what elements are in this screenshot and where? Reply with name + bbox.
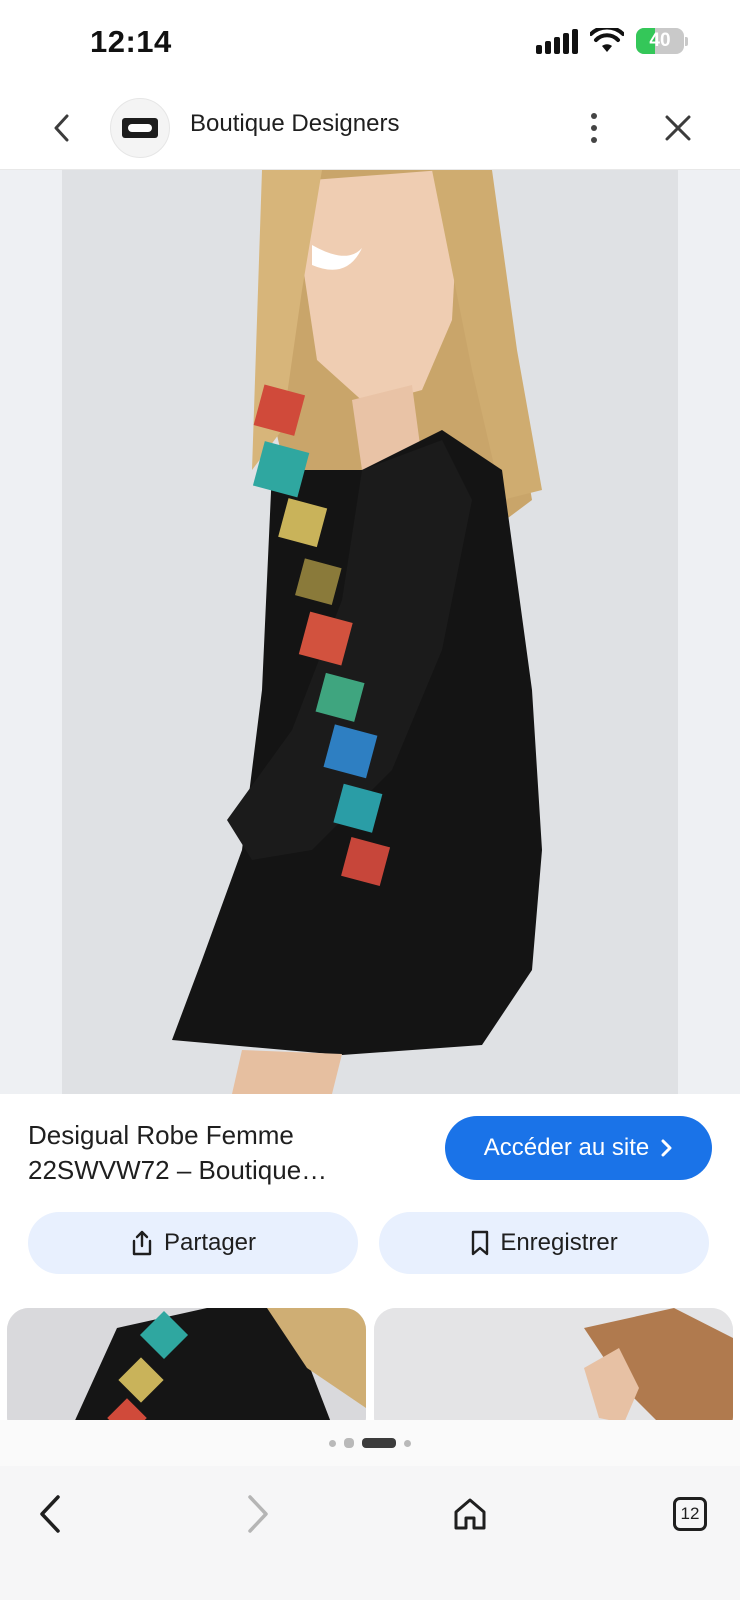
page-dot bbox=[344, 1438, 354, 1448]
more-vert-icon bbox=[591, 113, 597, 119]
back-button[interactable] bbox=[40, 106, 84, 150]
related-thumbnail[interactable] bbox=[7, 1308, 366, 1420]
tabs-button[interactable]: 12 bbox=[660, 1484, 720, 1544]
page-dot bbox=[329, 1439, 336, 1447]
product-info: Desigual Robe Femme 22SWVW72 – Boutique…… bbox=[0, 1094, 740, 1210]
share-button[interactable]: Partager bbox=[28, 1212, 358, 1274]
status-bar: 12:14 40 bbox=[0, 0, 740, 86]
product-image[interactable] bbox=[62, 170, 678, 1094]
status-icons: 40 bbox=[536, 28, 688, 54]
browser-toolbar: 12 bbox=[0, 1466, 740, 1600]
image-viewer bbox=[0, 170, 740, 1094]
save-button[interactable]: Enregistrer bbox=[379, 1212, 709, 1274]
related-thumbnail[interactable] bbox=[374, 1308, 733, 1420]
signal-icon bbox=[536, 28, 578, 54]
wifi-icon bbox=[590, 28, 624, 52]
share-label: Partager bbox=[163, 1229, 257, 1256]
tabs-icon: 12 bbox=[673, 1497, 707, 1531]
home-button[interactable] bbox=[440, 1484, 500, 1544]
back-icon bbox=[40, 1495, 60, 1533]
site-name[interactable]: Boutique Designers bbox=[190, 110, 399, 138]
share-icon bbox=[132, 1230, 152, 1256]
back-nav-button[interactable] bbox=[20, 1484, 80, 1544]
home-icon bbox=[454, 1498, 486, 1530]
page-indicator bbox=[0, 1420, 740, 1466]
page-dot-active bbox=[362, 1438, 396, 1448]
visit-site-label: Accéder au site bbox=[483, 1134, 650, 1161]
visit-site-button[interactable]: Accéder au site bbox=[445, 1116, 712, 1180]
battery-icon: 40 bbox=[636, 28, 688, 54]
page-dot bbox=[404, 1439, 411, 1447]
related-results bbox=[0, 1308, 740, 1420]
site-logo[interactable] bbox=[110, 98, 170, 158]
forward-icon bbox=[248, 1495, 268, 1533]
close-button[interactable] bbox=[656, 106, 700, 150]
save-label: Enregistrer bbox=[500, 1229, 618, 1256]
chevron-left-icon bbox=[54, 114, 69, 142]
bookmark-icon bbox=[472, 1230, 489, 1256]
close-icon bbox=[665, 115, 691, 141]
status-time: 12:14 bbox=[90, 24, 172, 59]
product-title[interactable]: Desigual Robe Femme 22SWVW72 – Boutique… bbox=[28, 1118, 408, 1188]
lens-header: Boutique Designers bbox=[0, 86, 740, 170]
more-options-button[interactable] bbox=[572, 106, 616, 150]
chevron-right-icon bbox=[661, 1139, 672, 1157]
forward-nav-button[interactable] bbox=[228, 1484, 288, 1544]
battery-percent: 40 bbox=[649, 30, 671, 51]
